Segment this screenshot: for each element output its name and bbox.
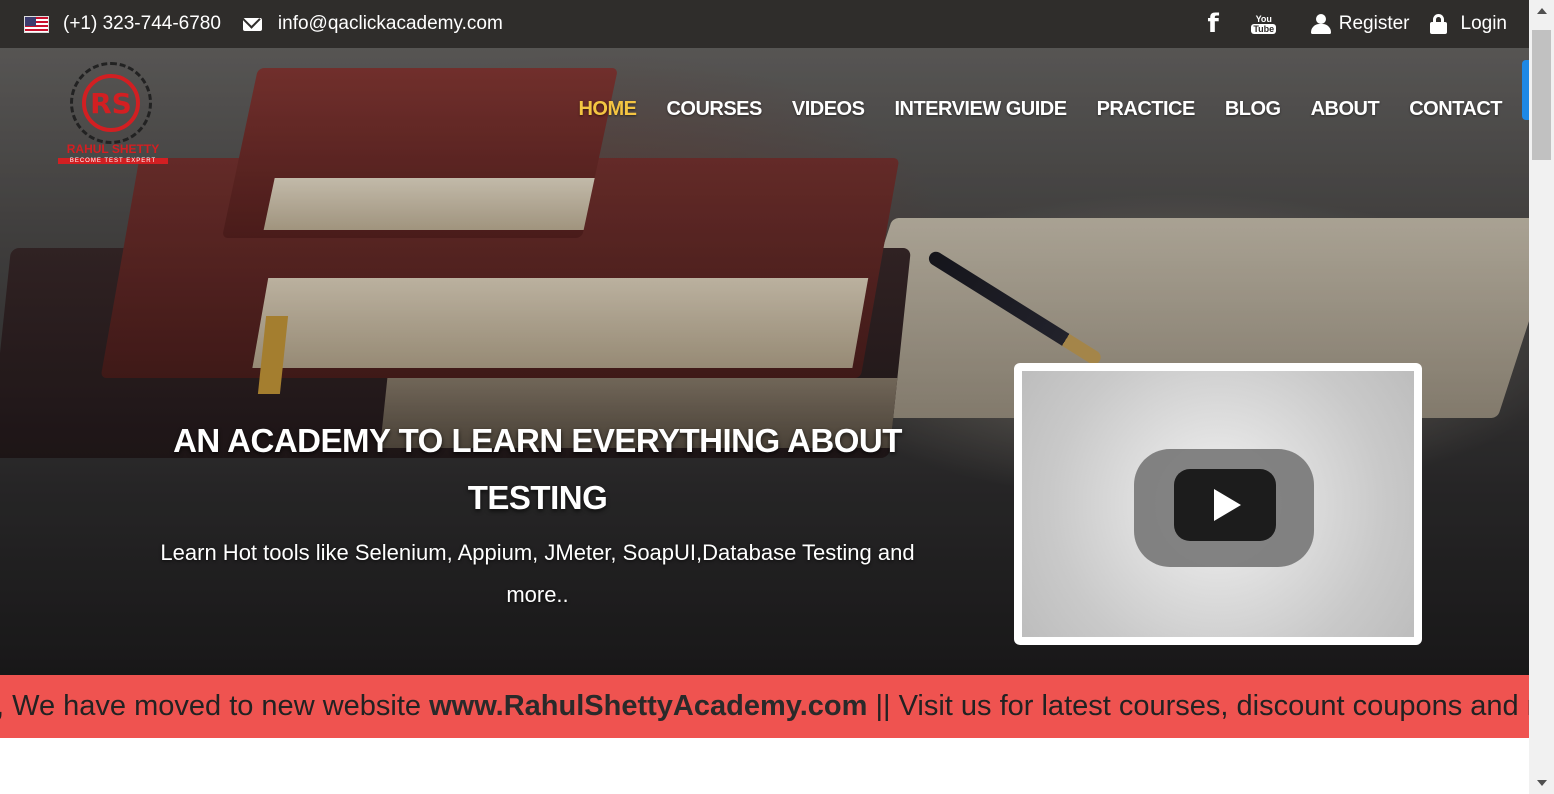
logo-tagline: BECOME TEST EXPERT [58, 158, 168, 164]
main-nav: HOME COURSES VIDEOS INTERVIEW GUIDE PRAC… [548, 98, 1502, 121]
lock-icon [1429, 14, 1447, 34]
logo-name: RAHUL SHETTY [66, 142, 160, 156]
nav-videos[interactable]: VIDEOS [792, 98, 865, 121]
logo-monogram: RS [82, 74, 140, 132]
user-icon [1310, 14, 1331, 34]
site-logo[interactable]: RS RAHUL SHETTY BECOME TEST EXPERT [58, 62, 168, 170]
scrollbar-thumb[interactable] [1532, 30, 1551, 160]
nav-about[interactable]: ABOUT [1311, 98, 1380, 121]
nav-blog[interactable]: BLOG [1225, 98, 1281, 121]
nav-courses[interactable]: COURSES [666, 98, 762, 121]
youtube-icon[interactable]: You Tube [1251, 10, 1277, 38]
login-link[interactable]: Login [1461, 13, 1508, 35]
marquee-suffix: || Visit us for latest courses, discount… [867, 690, 1529, 722]
nav-contact[interactable]: CONTACT [1409, 98, 1502, 121]
announcement-marquee: , We have moved to new website www.Rahul… [0, 675, 1529, 738]
side-widget-tab[interactable] [1522, 60, 1529, 120]
register-link[interactable]: Register [1339, 13, 1410, 35]
youtube-icon-text-bottom: Tube [1251, 24, 1277, 34]
play-icon[interactable] [1174, 469, 1276, 541]
email-address: info@qaclickacademy.com [277, 13, 503, 34]
marquee-prefix: , We have moved to new website [0, 690, 430, 722]
top-bar: (+1) 323-744-6780 info@qaclickacademy.co… [0, 0, 1529, 48]
nav-home[interactable]: HOME [578, 98, 637, 121]
page-scrollbar[interactable] [1529, 0, 1554, 794]
phone-number: (+1) 323-744-6780 [63, 13, 221, 34]
hero-headline: AN ACADEMY TO LEARN EVERYTHING ABOUT TES… [173, 422, 902, 516]
us-flag-icon[interactable] [24, 15, 49, 33]
nav-practice[interactable]: PRACTICE [1097, 98, 1196, 121]
nav-interview-guide[interactable]: INTERVIEW GUIDE [894, 98, 1067, 121]
scroll-up-icon[interactable] [1537, 8, 1547, 14]
youtube-icon-text-top: You [1255, 14, 1272, 24]
video-player[interactable] [1014, 363, 1422, 645]
hero-subline: Learn Hot tools like Selenium, Appium, J… [160, 540, 915, 607]
video-thumbnail [1022, 371, 1414, 637]
contact-info: (+1) 323-744-6780 info@qaclickacademy.co… [0, 13, 503, 35]
scroll-down-icon[interactable] [1537, 780, 1547, 786]
top-bar-actions: f You Tube Register Login [1207, 0, 1507, 48]
marquee-site-link[interactable]: www.RahulShettyAcademy.com [429, 690, 867, 722]
facebook-icon[interactable]: f [1207, 9, 1218, 39]
envelope-icon [242, 17, 262, 31]
